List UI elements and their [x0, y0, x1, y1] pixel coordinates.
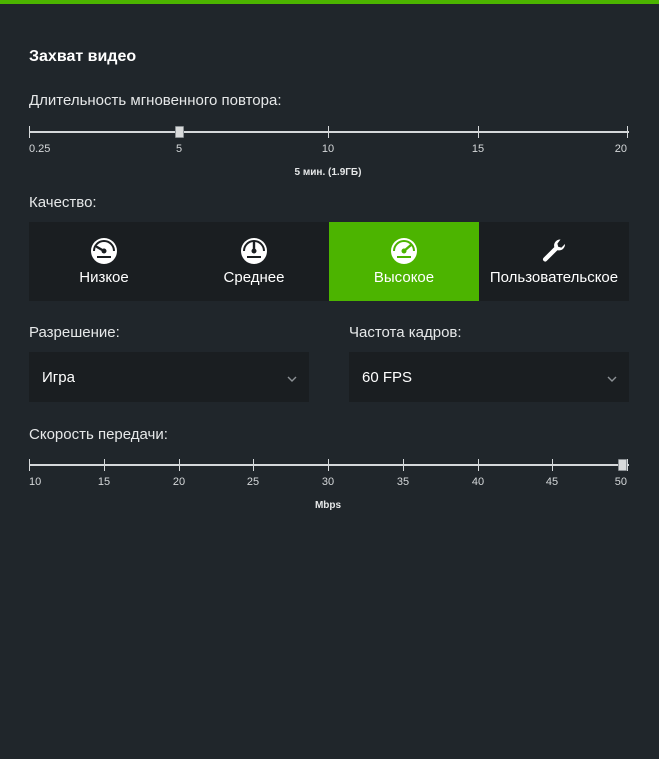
quality-selector: Низкое Среднее Высокое Пользовательское — [29, 222, 629, 301]
framerate-value: 60 FPS — [362, 368, 413, 386]
gauge-medium-icon — [239, 236, 269, 266]
slider-tick — [179, 459, 180, 471]
slider-tick — [104, 459, 105, 471]
slider-tick — [29, 126, 30, 138]
slider-tick — [29, 459, 30, 471]
slider-tick-label: 5 — [175, 143, 183, 155]
chevron-down-icon — [607, 370, 617, 388]
chevron-down-icon — [287, 370, 297, 388]
top-accent-bar — [0, 0, 659, 4]
framerate-dropdown[interactable]: 60 FPS — [349, 352, 629, 402]
slider-tick — [253, 459, 254, 471]
slider-tick-label: 20 — [614, 143, 627, 155]
quality-option-label: Среднее — [223, 269, 285, 286]
slider-tick — [328, 126, 329, 138]
resolution-dropdown[interactable]: Игра — [29, 352, 309, 402]
slider-tick — [627, 459, 628, 471]
quality-option-label: Пользовательское — [489, 269, 619, 286]
quality-option-label: Высокое — [373, 269, 435, 286]
resolution-label: Разрешение: — [29, 324, 120, 341]
quality-label: Качество: — [29, 194, 97, 211]
quality-option-low[interactable]: Низкое — [29, 222, 179, 301]
quality-option-medium[interactable]: Среднее — [179, 222, 329, 301]
bitrate-slider[interactable]: 10 15 20 25 30 35 40 45 50 Mbps — [29, 459, 629, 519]
slider-tick — [328, 459, 329, 471]
quality-option-high[interactable]: Высокое — [329, 222, 479, 301]
slider-tick-label: 35 — [396, 476, 410, 488]
slider-tick — [478, 459, 479, 471]
slider-track[interactable] — [29, 464, 629, 466]
slider-tick — [403, 459, 404, 471]
slider-tick-label: 10 — [29, 476, 42, 488]
slider-tick-label: 45 — [545, 476, 559, 488]
slider-tick-label: 15 — [471, 143, 485, 155]
slider-tick-label: 50 — [614, 476, 627, 488]
slider-track[interactable] — [29, 131, 629, 133]
slider-thumb[interactable] — [174, 126, 184, 138]
quality-option-label: Низкое — [79, 269, 129, 286]
slider-value-text: Mbps — [314, 500, 342, 511]
resolution-value: Игра — [42, 368, 75, 386]
slider-value-text: 5 мин. (1.9ГБ) — [294, 167, 362, 178]
slider-tick — [627, 126, 628, 138]
framerate-label: Частота кадров: — [349, 324, 462, 341]
slider-thumb[interactable] — [618, 459, 627, 471]
replay-duration-slider[interactable]: 0.25 5 10 15 20 5 мин. (1.9ГБ) — [29, 126, 629, 186]
replay-duration-label: Длительность мгновенного повтора: — [29, 92, 282, 109]
slider-tick-label: 30 — [321, 476, 335, 488]
wrench-icon — [539, 236, 569, 266]
slider-tick — [552, 459, 553, 471]
slider-tick — [478, 126, 479, 138]
slider-tick-label: 40 — [471, 476, 485, 488]
gauge-high-icon — [389, 236, 419, 266]
slider-tick-label: 0.25 — [29, 143, 51, 155]
section-title: Захват видео — [29, 48, 137, 65]
slider-tick-label: 15 — [97, 476, 111, 488]
bitrate-label: Скорость передачи: — [29, 426, 168, 443]
gauge-low-icon — [89, 236, 119, 266]
slider-tick-label: 20 — [172, 476, 186, 488]
quality-option-custom[interactable]: Пользовательское — [479, 222, 629, 301]
slider-tick-label: 10 — [321, 143, 335, 155]
slider-tick-label: 25 — [246, 476, 260, 488]
